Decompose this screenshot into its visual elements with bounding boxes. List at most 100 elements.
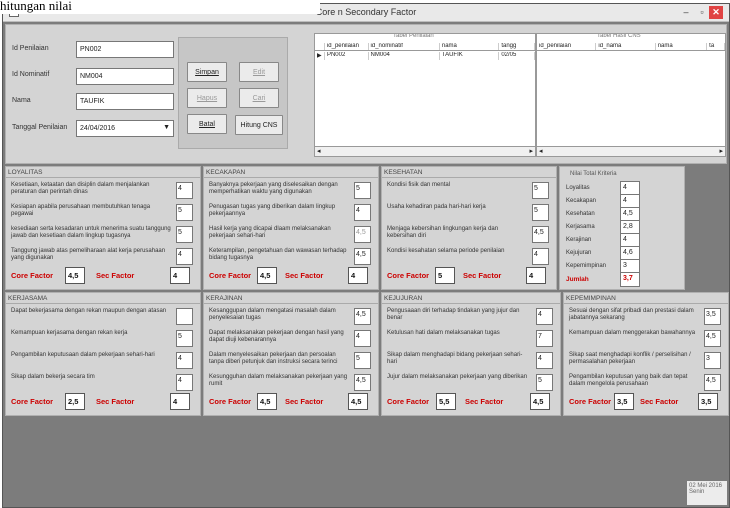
- score-input[interactable]: 4: [176, 182, 193, 199]
- criteria-group-kecakapan: KECAKAPAN Banyaknya pekerjaan yang disel…: [203, 166, 379, 290]
- core-factor-value: 4,5: [65, 267, 85, 284]
- divider: [204, 303, 378, 304]
- score-input[interactable]: 4,5: [704, 330, 721, 347]
- score-input[interactable]: 5: [532, 182, 549, 199]
- criteria-question: Penugasan tugas yang diberikan dalam lin…: [209, 204, 336, 218]
- core-factor-value: 4,5: [257, 267, 277, 284]
- id-penilaian-input[interactable]: PN002: [76, 41, 174, 58]
- core-factor-label: Core Factor: [387, 397, 430, 406]
- total-label: Kesehatan: [566, 211, 595, 217]
- criteria-group-kepemimpinan: KEPEMIMPINAN Sesuai dengan sifat pribadi…: [563, 292, 729, 416]
- criteria-question: Kesanggupan dalam mengatasi masalah dala…: [209, 308, 336, 322]
- score-input[interactable]: 4: [354, 204, 371, 221]
- tabel-penilaian-header: id_penilaian id_nominatif nama tangg: [315, 43, 535, 51]
- tabel-penilaian-scrollbar[interactable]: ◂ ▸: [315, 146, 535, 156]
- group-title: KESEHATAN: [384, 169, 423, 176]
- column-header[interactable]: id_nominatif: [369, 43, 440, 50]
- criteria-question: Kondisi fisik dan mental: [387, 182, 451, 188]
- column-header[interactable]: id_penilaian: [537, 43, 597, 50]
- score-input[interactable]: 5: [354, 182, 371, 199]
- tabel-hasil-scrollbar[interactable]: ◂ ▸: [537, 146, 725, 156]
- total-label: Kerajinan: [566, 237, 592, 243]
- scroll-right-icon[interactable]: ▸: [529, 147, 533, 155]
- edit-button[interactable]: Edit: [239, 62, 279, 82]
- score-input[interactable]: 4: [532, 248, 549, 265]
- criteria-question: Sikap dalam menghadapi bidang pekerjaan …: [387, 352, 523, 366]
- status-date: 02 Mei 2016 Senin: [687, 481, 727, 505]
- app-window: Core n Secondary Factor – ▫ ✕ Id Penilai…: [2, 3, 730, 508]
- minimize-button[interactable]: –: [679, 6, 693, 19]
- score-input[interactable]: 4,5: [354, 374, 371, 391]
- column-header[interactable]: id_nama: [596, 43, 656, 50]
- score-input[interactable]: 5: [176, 204, 193, 221]
- criteria-question: Pengusaaan diri terhadap tindakan yang j…: [387, 308, 520, 322]
- sec-factor-label: Sec Factor: [463, 271, 502, 280]
- hapus-button[interactable]: Hapus: [187, 88, 227, 108]
- score-input[interactable]: 5: [176, 226, 193, 243]
- score-input[interactable]: 5: [354, 352, 371, 369]
- divider: [204, 177, 378, 178]
- score-input[interactable]: 4: [536, 308, 553, 325]
- criteria-question: kesediaan serta kesadaran untuk menerima…: [11, 226, 171, 240]
- core-factor-value: 3,5: [614, 393, 634, 410]
- totals-panel: Nilai Total Kriteria Loyalitas 4 Kecakapa…: [559, 166, 685, 290]
- close-button[interactable]: ✕: [709, 6, 723, 19]
- tanggal-value: 24/04/2016: [80, 125, 116, 132]
- core-factor-label: Core Factor: [11, 397, 54, 406]
- score-input[interactable]: 4,5: [704, 374, 721, 391]
- sec-factor-label: Sec Factor: [285, 397, 324, 406]
- column-header[interactable]: nama: [440, 43, 500, 50]
- score-input[interactable]: 7: [536, 330, 553, 347]
- group-title: KEPEMIMPINAN: [566, 295, 616, 302]
- score-input[interactable]: 4,5: [532, 226, 549, 243]
- nama-input[interactable]: TAUFIK: [76, 93, 174, 110]
- criteria-question: Banyaknya pekerjaan yang diselesaikan de…: [209, 182, 338, 196]
- score-input[interactable]: [176, 308, 193, 325]
- score-input[interactable]: 3: [704, 352, 721, 369]
- column-header[interactable]: ta: [707, 43, 725, 50]
- hitung-cns-button[interactable]: Hitung CNS: [235, 115, 283, 135]
- group-title: LOYALITAS: [8, 169, 43, 176]
- status-day-text: Senin: [689, 489, 705, 495]
- core-factor-value: 5: [435, 267, 455, 284]
- tabel-hasil-title: Tabel Hasil CNS: [597, 33, 641, 39]
- score-input[interactable]: 5: [536, 374, 553, 391]
- divider: [564, 303, 728, 304]
- batal-button[interactable]: Batal: [187, 114, 227, 134]
- total-label: Kecakapan: [566, 198, 597, 204]
- score-input[interactable]: 4: [354, 330, 371, 347]
- score-input[interactable]: 5: [176, 330, 193, 347]
- document-caption: hitungan nilai: [0, 0, 320, 14]
- id-nominatif-input[interactable]: NM004: [76, 68, 174, 85]
- sec-factor-label: Sec Factor: [465, 397, 504, 406]
- score-input[interactable]: 4,5: [354, 226, 371, 243]
- score-input[interactable]: 4: [176, 352, 193, 369]
- table-row[interactable]: ▶ PN002 NM004 TAUFIK 02/05: [315, 52, 535, 60]
- score-input[interactable]: 4: [176, 374, 193, 391]
- column-header[interactable]: tangg: [499, 43, 535, 50]
- tabel-hasil-grid[interactable]: Tabel Hasil CNS id_penilaian id_nama nam…: [536, 33, 726, 157]
- criteria-group-kerjasama: KERJASAMA Dapat bekerjasama dengan rekan…: [5, 292, 201, 416]
- column-header[interactable]: id_penilaian: [325, 43, 369, 50]
- total-label: Kejujuran: [566, 250, 592, 256]
- score-input[interactable]: 4,5: [354, 308, 371, 325]
- core-factor-label: Core Factor: [569, 397, 612, 406]
- score-input[interactable]: 4: [176, 248, 193, 265]
- scroll-left-icon[interactable]: ◂: [539, 147, 543, 155]
- column-header[interactable]: nama: [656, 43, 708, 50]
- scroll-right-icon[interactable]: ▸: [719, 147, 723, 155]
- criteria-question: Kesiapan apabila perusahaan membutuhkan …: [11, 204, 151, 218]
- criteria-question: Keterampilan, pengetahuan dan wawasan te…: [209, 248, 347, 262]
- simpan-button[interactable]: Simpan: [187, 62, 227, 82]
- criteria-question: Kemampuan kerjasama dengan rekan kerja: [11, 330, 128, 336]
- score-input[interactable]: 4,5: [354, 248, 371, 265]
- score-input[interactable]: 4: [536, 352, 553, 369]
- scroll-left-icon[interactable]: ◂: [317, 147, 321, 155]
- core-factor-label: Core Factor: [209, 271, 252, 280]
- score-input[interactable]: 3,5: [704, 308, 721, 325]
- tanggal-select[interactable]: 24/04/2016 ▼: [76, 120, 174, 137]
- maximize-button[interactable]: ▫: [695, 6, 709, 19]
- tabel-penilaian-grid[interactable]: Tabel Penilaian id_penilaian id_nominati…: [314, 33, 536, 157]
- score-input[interactable]: 5: [532, 204, 549, 221]
- cari-button[interactable]: Cari: [239, 88, 279, 108]
